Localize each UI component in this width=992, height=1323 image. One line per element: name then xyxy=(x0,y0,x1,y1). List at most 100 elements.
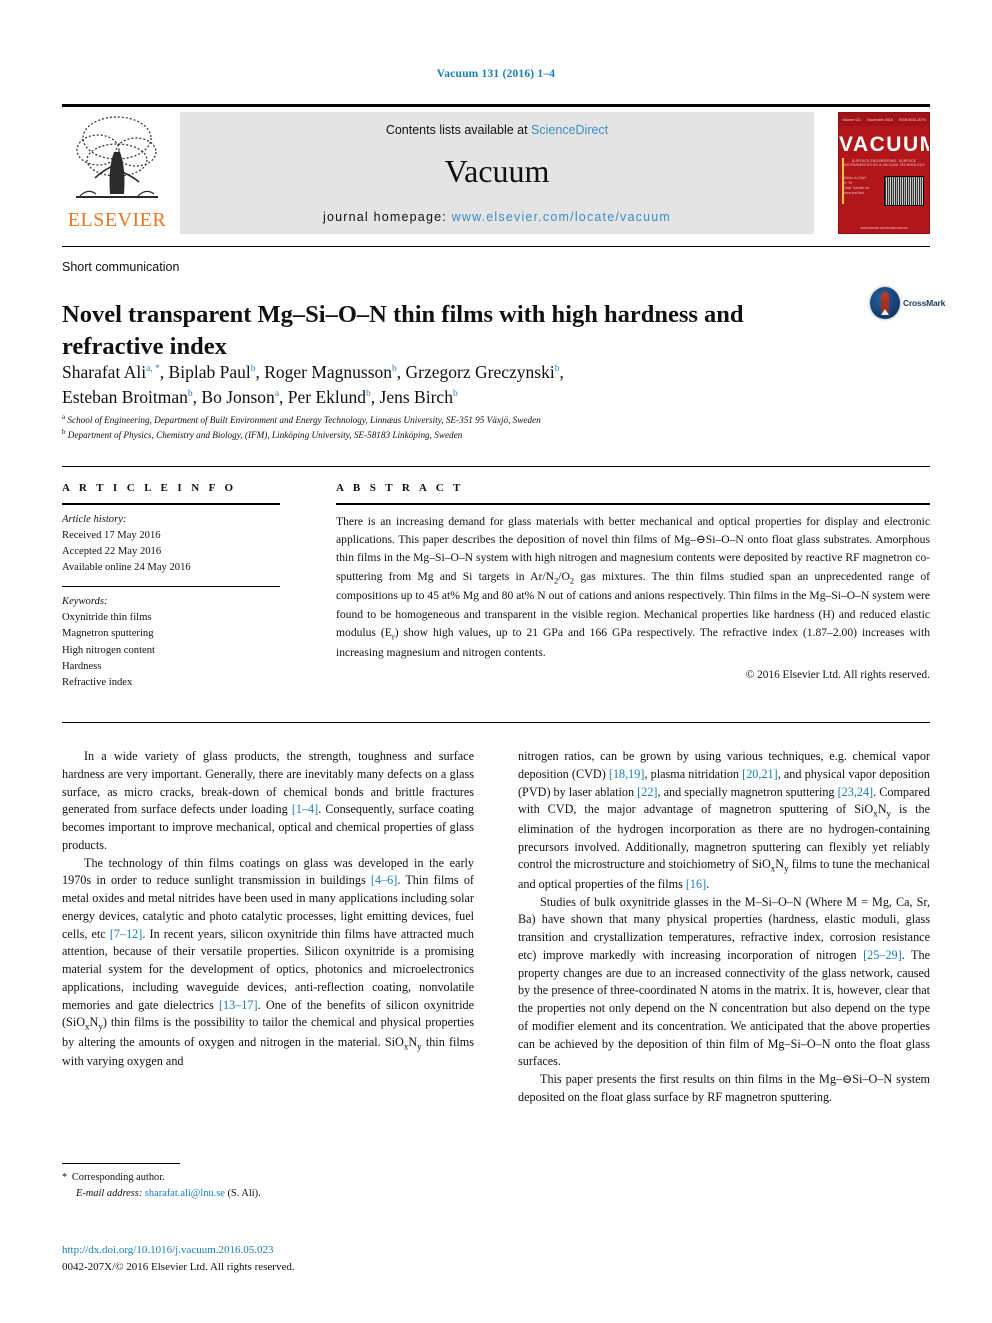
author-2-affil-marker: b xyxy=(392,364,397,375)
citation-ref[interactable]: [7–12] xyxy=(110,927,143,941)
elsevier-logo: ELSEVIER xyxy=(62,112,172,234)
abstract-rule xyxy=(336,503,930,505)
cover-top-item-2: ISSN 0042-207X xyxy=(898,117,926,122)
citation-ref[interactable]: [1–4] xyxy=(292,802,318,816)
cover-top-item-0: Volume 131 xyxy=(842,117,862,122)
elsevier-wordmark: ELSEVIER xyxy=(67,209,167,231)
elsevier-tree-icon xyxy=(76,116,158,198)
keywords-rule xyxy=(62,585,280,588)
body-column-right: nitrogen ratios, can be grown by using v… xyxy=(518,748,930,1107)
doi-block: http://dx.doi.org/10.1016/j.vacuum.2016.… xyxy=(62,1242,502,1276)
author-3-affil-marker: b xyxy=(554,364,560,375)
sciencedirect-link[interactable]: ScienceDirect xyxy=(531,123,608,137)
body-paragraph: The technology of thin films coatings on… xyxy=(62,855,474,1069)
keyword-0: Oxynitride thin films xyxy=(62,612,152,624)
abstract-column: A B S T R A C T There is an increasing d… xyxy=(336,482,930,681)
cover-subtitle: SURFACE ENGINEERING, SURFACE INSTRUMENTA… xyxy=(842,159,926,167)
journal-title: Vacuum xyxy=(444,153,550,189)
issn-copyright-line: 0042-207X/© 2016 Elsevier Ltd. All right… xyxy=(62,1261,295,1274)
author-5: Bo Jonsona xyxy=(201,386,280,407)
cover-topbar: Volume 131 November 2016 ISSN 0042-207X xyxy=(839,113,929,126)
citation-ref[interactable]: [4–6] xyxy=(371,873,397,887)
contents-available-line: Contents lists available at ScienceDirec… xyxy=(180,112,814,137)
homepage-prefix: journal homepage: xyxy=(322,210,452,224)
author-1-affil-marker: b xyxy=(250,364,256,375)
article-info-heading: A R T I C L E I N F O xyxy=(62,482,237,494)
crossmark-badge-group[interactable]: CrossMark xyxy=(870,287,945,321)
author-7: Jens Birchb xyxy=(379,386,458,407)
corresponding-author-marker: * xyxy=(62,1172,70,1183)
citation-ref[interactable]: [18,19] xyxy=(609,767,645,781)
journal-masthead: ELSEVIER Contents lists available at Sci… xyxy=(62,112,930,234)
citation-ref[interactable]: [13–17] xyxy=(219,998,258,1012)
cover-body: Editor-in-Chief H. Ye Total Transfer for… xyxy=(839,176,929,206)
abstract-copyright: © 2016 Elsevier Ltd. All rights reserved… xyxy=(745,668,930,681)
cover-top-item-1: November 2016 xyxy=(867,117,893,122)
body-paragraph: In a wide variety of glass products, the… xyxy=(62,749,474,852)
author-2: Roger Magnussonb xyxy=(264,362,397,382)
citation-ref[interactable]: [20,21] xyxy=(742,767,778,781)
author-3: Grzegorz Greczynskib xyxy=(405,362,560,382)
citation-ref[interactable]: [25–29] xyxy=(863,948,902,962)
article-type: Short communication xyxy=(62,260,180,274)
citation-ref[interactable]: [22] xyxy=(637,785,657,799)
cover-line-3: area and fast xyxy=(844,191,864,196)
body-paragraph: Studies of bulk oxynitride glasses in th… xyxy=(518,894,930,1069)
history-item-0: Received 17 May 2016 xyxy=(62,529,161,541)
author-4: Esteban Broitmanb xyxy=(62,386,193,407)
journal-homepage-line: journal homepage: www.elsevier.com/locat… xyxy=(180,210,814,224)
email-owner: (S. Ali). xyxy=(227,1188,261,1200)
keyword-1: Magnetron sputtering xyxy=(62,628,154,640)
author-1: Biplab Paulb xyxy=(168,362,256,382)
keywords-block: Keywords: Oxynitride thin films Magnetro… xyxy=(62,594,280,691)
email-label: E-mail address: xyxy=(76,1188,143,1200)
keyword-3: Hardness xyxy=(62,660,102,672)
footnote-block: * Corresponding author. E-mail address: … xyxy=(62,1170,474,1202)
author-0: Sharafat Alia, * xyxy=(62,362,160,382)
article-history-block: Article history: Received 17 May 2016 Ac… xyxy=(62,512,280,576)
article-info-rule xyxy=(62,503,280,505)
abstract-text: There is an increasing demand for glass … xyxy=(336,514,930,659)
author-0-affil-marker: a, * xyxy=(146,364,160,375)
citation-ref[interactable]: [16] xyxy=(686,877,706,891)
history-item-2: Available online 24 May 2016 xyxy=(62,561,191,573)
affiliation-list: a School of Engineering, Department of B… xyxy=(62,412,922,443)
corresponding-author-text: Corresponding author. xyxy=(71,1172,165,1183)
keywords-label: Keywords: xyxy=(62,596,108,608)
author-7-affil-marker: b xyxy=(452,389,458,400)
history-item-1: Accepted 22 May 2016 xyxy=(62,545,162,557)
article-info-column: A R T I C L E I N F O Article history: R… xyxy=(62,482,280,691)
page-title: Novel transparent Mg–Si–O–N thin films w… xyxy=(62,301,744,360)
info-top-rule xyxy=(62,466,930,467)
email-note: E-mail address: sharafat.ali@lnu.se (S. … xyxy=(62,1186,474,1202)
crossmark-icon xyxy=(870,287,900,319)
paper-page: Vacuum 131 (2016) 1–4 ELSEVIER Contents … xyxy=(0,0,992,1323)
affiliation-0: a School of Engineering, Department of B… xyxy=(62,413,541,426)
author-4-affil-marker: b xyxy=(187,389,193,400)
contents-prefix: Contents lists available at xyxy=(385,123,532,137)
cover-micrograph-image xyxy=(884,176,924,206)
journal-band: Contents lists available at ScienceDirec… xyxy=(180,112,814,234)
cover-text-lines: Editor-in-Chief H. Ye Total Transfer for… xyxy=(844,176,884,206)
body-paragraph: This paper presents the first results on… xyxy=(518,1072,930,1104)
doi-link[interactable]: http://dx.doi.org/10.1016/j.vacuum.2016.… xyxy=(62,1242,502,1259)
body-top-rule xyxy=(62,722,930,724)
author-list: Sharafat Alia, *, Biplab Paulb, Roger Ma… xyxy=(62,362,564,407)
body-paragraph: nitrogen ratios, can be grown by using v… xyxy=(518,749,930,891)
journal-homepage-link[interactable]: www.elsevier.com/locate/vacuum xyxy=(452,210,671,224)
article-history-label: Article history: xyxy=(62,513,127,525)
citation-ref[interactable]: [23,24] xyxy=(838,785,874,799)
masthead-bottom-rule xyxy=(62,246,930,247)
corresponding-author-note: * Corresponding author. xyxy=(62,1170,474,1186)
email-link[interactable]: sharafat.ali@lnu.se xyxy=(145,1188,225,1199)
body-column-left: In a wide variety of glass products, the… xyxy=(62,748,474,1071)
masthead-top-rule xyxy=(62,104,930,107)
journal-cover-thumbnail: Volume 131 November 2016 ISSN 0042-207X … xyxy=(838,112,930,234)
keyword-2: High nitrogen content xyxy=(62,644,155,656)
crossmark-label: CrossMark xyxy=(903,298,946,308)
keyword-4: Refractive index xyxy=(62,676,133,688)
crossmark-arrow-icon xyxy=(881,309,889,315)
footnote-rule xyxy=(62,1163,180,1164)
author-5-affil-marker: a xyxy=(274,389,280,400)
author-6-affil-marker: b xyxy=(366,389,371,400)
